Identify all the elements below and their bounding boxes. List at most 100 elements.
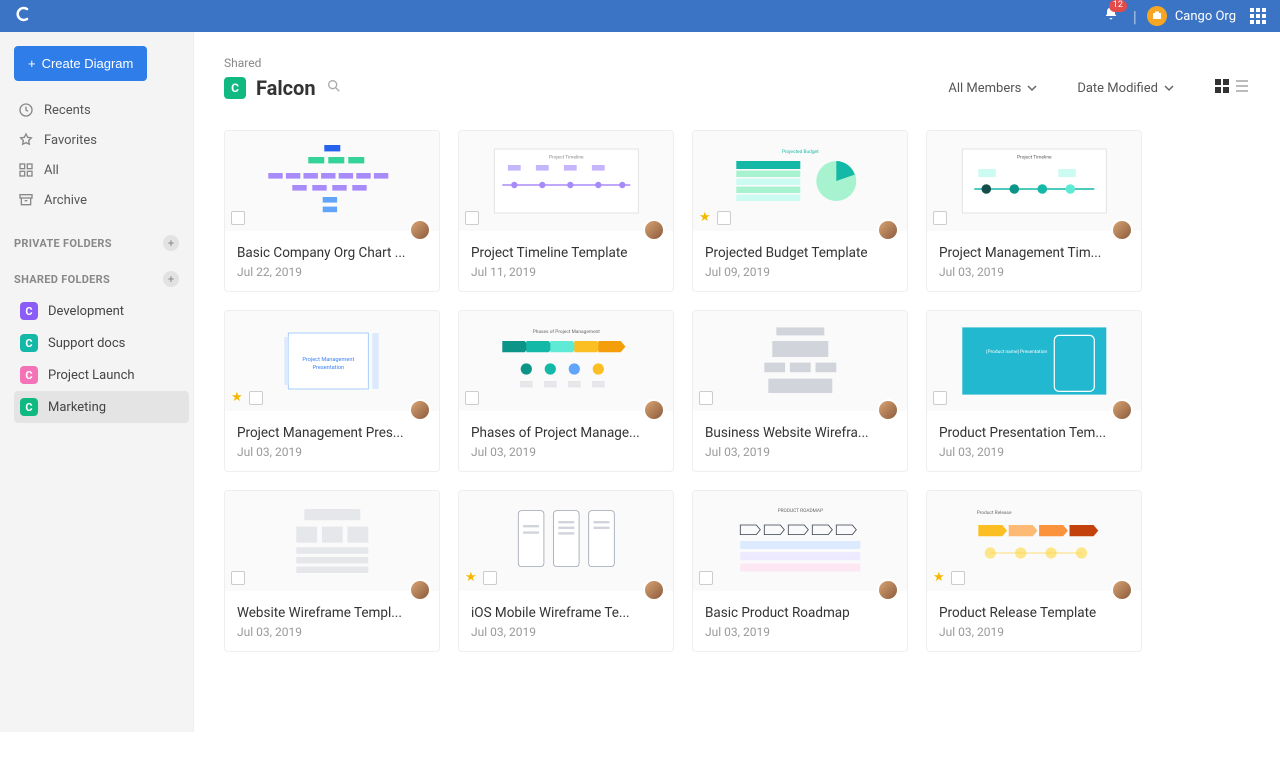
archive-icon <box>18 192 34 208</box>
nav-label: Archive <box>44 193 87 208</box>
nav-all[interactable]: All <box>14 155 189 185</box>
grid-view-button[interactable] <box>1214 78 1230 98</box>
nav-label: Recents <box>44 103 91 118</box>
folder-icon: C <box>20 334 38 352</box>
card-date: Jul 03, 2019 <box>939 445 1129 459</box>
card-date: Jul 03, 2019 <box>705 625 895 639</box>
diagram-card[interactable]: Project Timeline Project Management Tim.… <box>926 130 1142 292</box>
note-icon <box>933 211 947 225</box>
diagram-card[interactable]: Basic Company Org Chart ... Jul 22, 2019 <box>224 130 440 292</box>
owner-avatar <box>409 399 431 421</box>
folder-development[interactable]: C Development <box>14 295 189 327</box>
breadcrumb[interactable]: Shared <box>224 56 1250 70</box>
card-date: Jul 03, 2019 <box>705 445 895 459</box>
nav-recents[interactable]: Recents <box>14 95 189 125</box>
diagram-card[interactable]: Project ManagementPresentation ★ Project… <box>224 310 440 472</box>
card-date: Jul 03, 2019 <box>237 445 427 459</box>
topbar: 12 | Cango Org <box>0 0 1280 32</box>
owner-avatar <box>877 219 899 241</box>
card-thumbnail: PRODUCT ROADMAP <box>693 491 907 591</box>
card-date: Jul 03, 2019 <box>237 625 427 639</box>
note-icon <box>699 571 713 585</box>
note-icon <box>933 391 947 405</box>
tiles-icon <box>18 162 34 178</box>
card-title: Project Timeline Template <box>471 245 661 261</box>
org-icon <box>1147 6 1167 26</box>
owner-avatar <box>1111 399 1133 421</box>
card-title: Projected Budget Template <box>705 245 895 261</box>
diagram-card[interactable]: Phases of Project Management Phases of P… <box>458 310 674 472</box>
diagram-card[interactable]: PRODUCT ROADMAP Basic Product Roadmap Ju… <box>692 490 908 652</box>
favorite-star-icon: ★ <box>231 390 243 405</box>
create-diagram-button[interactable]: + Create Diagram <box>14 46 147 81</box>
section-label: PRIVATE FOLDERS <box>14 237 112 250</box>
diagram-card[interactable]: Product Release ★ Product Release Templa… <box>926 490 1142 652</box>
card-date: Jul 11, 2019 <box>471 265 661 279</box>
shared-folders-header: SHARED FOLDERS + <box>14 271 189 287</box>
note-icon <box>231 571 245 585</box>
card-thumbnail: ★ <box>459 491 673 591</box>
folder-label: Development <box>48 304 124 319</box>
add-shared-folder-button[interactable]: + <box>163 271 179 287</box>
folder-project-launch[interactable]: C Project Launch <box>14 359 189 391</box>
org-switcher[interactable]: Cango Org <box>1147 6 1236 26</box>
svg-text:PRODUCT ROADMAP: PRODUCT ROADMAP <box>777 508 822 514</box>
diagram-card[interactable]: Business Website Wirefra... Jul 03, 2019 <box>692 310 908 472</box>
folder-label: Support docs <box>48 336 125 351</box>
card-title: Product Release Template <box>939 605 1129 621</box>
chevron-down-icon <box>1164 83 1174 93</box>
diagram-card[interactable]: Website Wireframe Templ... Jul 03, 2019 <box>224 490 440 652</box>
owner-avatar <box>409 219 431 241</box>
nav-favorites[interactable]: Favorites <box>14 125 189 155</box>
card-title: Website Wireframe Templ... <box>237 605 427 621</box>
card-date: Jul 03, 2019 <box>471 445 661 459</box>
folder-icon: C <box>20 302 38 320</box>
svg-text:Projected Budget: Projected Budget <box>782 149 819 155</box>
card-thumbnail: Product Release ★ <box>927 491 1141 591</box>
folder-support-docs[interactable]: C Support docs <box>14 327 189 359</box>
page-title: Falcon <box>256 76 316 100</box>
section-label: SHARED FOLDERS <box>14 273 110 286</box>
nav-label: All <box>44 163 59 178</box>
folder-marketing[interactable]: C Marketing <box>14 391 189 423</box>
owner-avatar <box>877 399 899 421</box>
folder-title-icon: C <box>224 77 246 99</box>
card-thumbnail: Project Timeline <box>459 131 673 231</box>
card-date: Jul 03, 2019 <box>939 625 1129 639</box>
sidebar: + Create Diagram Recents Favorites All <box>0 32 194 732</box>
diagram-card[interactable]: Projected Budget ★ Projected Budget Temp… <box>692 130 908 292</box>
sort-filter[interactable]: Date Modified <box>1077 81 1174 96</box>
svg-text:Product Release: Product Release <box>976 510 1011 516</box>
owner-avatar <box>409 579 431 601</box>
svg-text:Project Management: Project Management <box>302 357 354 363</box>
svg-text:Project Timeline: Project Timeline <box>549 155 584 161</box>
apps-grid-icon[interactable] <box>1250 8 1266 24</box>
note-icon <box>699 391 713 405</box>
card-title: Phases of Project Manage... <box>471 425 661 441</box>
card-thumbnail: Project ManagementPresentation ★ <box>225 311 439 411</box>
nav-archive[interactable]: Archive <box>14 185 189 215</box>
diagram-grid: Basic Company Org Chart ... Jul 22, 2019… <box>224 130 1250 652</box>
list-view-button[interactable] <box>1234 78 1250 98</box>
nav-label: Favorites <box>44 133 97 148</box>
add-private-folder-button[interactable]: + <box>163 235 179 251</box>
svg-text:Phases of Project Management: Phases of Project Management <box>532 328 600 335</box>
owner-avatar <box>643 399 665 421</box>
filter-label: Date Modified <box>1077 81 1158 96</box>
diagram-card[interactable]: ★ iOS Mobile Wireframe Te... Jul 03, 201… <box>458 490 674 652</box>
folder-label: Marketing <box>48 400 106 415</box>
search-button[interactable] <box>326 78 342 98</box>
app-logo[interactable] <box>14 6 30 27</box>
diagram-card[interactable]: Project Timeline Project Timeline Templa… <box>458 130 674 292</box>
notifications-button[interactable]: 12 <box>1103 6 1119 26</box>
card-thumbnail <box>225 131 439 231</box>
members-filter[interactable]: All Members <box>948 81 1037 96</box>
note-icon <box>951 571 965 585</box>
card-date: Jul 03, 2019 <box>939 265 1129 279</box>
diagram-card[interactable]: [Product name] Presentation Product Pres… <box>926 310 1142 472</box>
favorite-star-icon: ★ <box>933 570 945 585</box>
org-name: Cango Org <box>1175 9 1236 24</box>
note-icon <box>717 211 731 225</box>
note-icon <box>249 391 263 405</box>
card-title: Business Website Wirefra... <box>705 425 895 441</box>
